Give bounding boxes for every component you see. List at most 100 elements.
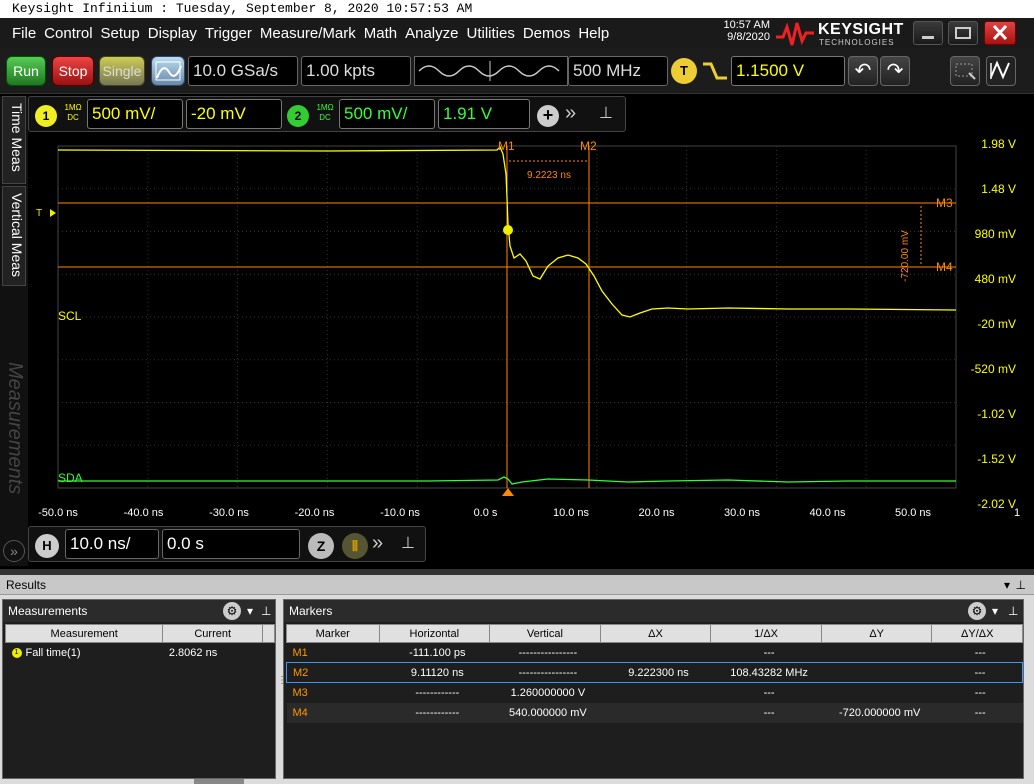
tab-measurements[interactable]: Measurements <box>2 356 26 526</box>
measurement-row[interactable]: 1 Fall time(1) 2.8062 ns <box>6 643 275 663</box>
col-marker-3[interactable]: ΔX <box>599 624 712 643</box>
marker-cell-horizontal: 9.11120 ns <box>379 662 490 683</box>
splitter-handle[interactable]: ⋮ <box>277 675 287 705</box>
x-tick-label: -20.0 ns <box>294 507 335 519</box>
col-marker-1[interactable]: Horizontal <box>378 624 491 643</box>
marker-cell-dydx: --- <box>931 662 1023 683</box>
stop-button[interactable]: Stop <box>52 56 94 86</box>
menu-setup[interactable]: Setup <box>101 25 140 42</box>
marker-m4-label: M4 <box>936 260 953 274</box>
autoscale-icon <box>155 61 182 81</box>
undo-button[interactable]: ↶ <box>848 56 878 86</box>
channel-2-offset[interactable]: 1.91 V <box>438 99 530 129</box>
tab-time-meas[interactable]: Time Meas <box>2 96 26 184</box>
channel-1-scale[interactable]: 500 mV/ <box>87 99 183 129</box>
channel-1-badge[interactable]: 1 <box>35 105 57 127</box>
marker-cell-dx <box>600 702 711 723</box>
col-marker-4[interactable]: 1/ΔX <box>710 624 822 643</box>
menu-control[interactable]: Control <box>44 25 92 42</box>
timebase-pin-icon[interactable]: ⊥ <box>401 533 415 553</box>
close-button[interactable] <box>984 21 1016 45</box>
falling-edge-icon[interactable] <box>701 60 729 82</box>
col-marker-5[interactable]: ΔY <box>820 624 933 643</box>
trigger-position-arrow <box>502 488 514 496</box>
tab-vertical-meas[interactable]: Vertical Meas <box>2 186 26 286</box>
channel-1-coupling[interactable]: 1MΩ DC <box>61 103 85 123</box>
results-pin-icon[interactable]: ⊥ <box>1016 575 1026 595</box>
y-tick-label: 1.98 V <box>981 137 1016 151</box>
scroll-button[interactable]: ⦀ <box>342 533 368 559</box>
menu-file[interactable]: File <box>12 25 36 42</box>
marker-cell-marker: M3 <box>292 686 308 699</box>
sample-rate-field[interactable]: 10.0 GSa/s <box>188 56 298 86</box>
channel-2-badge[interactable]: 2 <box>287 105 309 127</box>
acquisition-toolbar: Run Stop Single 10.0 GSa/s 1.00 kpts 500… <box>0 48 1034 94</box>
y-tick-label: 980 mV <box>974 227 1016 241</box>
col-measurement[interactable]: Measurement <box>4 624 164 643</box>
expand-channels-icon[interactable]: » <box>565 102 576 125</box>
minimize-button[interactable] <box>913 21 943 45</box>
trigger-level-field[interactable]: 1.1500 V <box>731 56 845 86</box>
clock-date: 9/8/2020 <box>727 31 770 43</box>
marker-row[interactable]: M1 -111.100 ps ---------------- --- --- <box>287 643 1023 663</box>
results-menu-icon[interactable]: ▾ <box>1004 575 1010 595</box>
timebase-scale[interactable]: 10.0 ns/ <box>65 529 159 559</box>
menu-utilities[interactable]: Utilities <box>466 25 514 42</box>
menu-display[interactable]: Display <box>148 25 197 42</box>
clock: 10:57 AM 9/8/2020 <box>700 19 770 43</box>
pin-icon[interactable]: ⊥ <box>599 103 613 123</box>
waveform-display[interactable]: SCL SDA M1 M2 M3 M4 9.2223 ns -720.00 mV T <box>28 136 1034 516</box>
bandwidth-filter-icon[interactable] <box>414 56 568 86</box>
taskbar-strip <box>194 779 244 784</box>
menu-demos[interactable]: Demos <box>523 25 571 42</box>
memory-depth-field[interactable]: 1.00 kpts <box>301 56 411 86</box>
channel-2-coupling[interactable]: 1MΩ DC <box>313 103 337 123</box>
markers-menu-icon[interactable]: ▾ <box>992 600 998 622</box>
menu-measure-mark[interactable]: Measure/Mark <box>260 25 356 42</box>
menu-help[interactable]: Help <box>578 25 609 42</box>
measurement-current: 2.8062 ns <box>168 646 218 659</box>
marker-row[interactable]: M3 ------------ 1.260000000 V --- --- <box>287 683 1023 703</box>
menu-math[interactable]: Math <box>364 25 397 42</box>
measurements-pin-icon[interactable]: ⊥ <box>261 600 271 622</box>
zoom-button[interactable]: Z <box>308 533 334 559</box>
col-marker-0[interactable]: Marker <box>286 624 380 643</box>
markers-table: Marker Horizontal Vertical ΔX 1/ΔX ΔY ΔY/ΔX M1… <box>286 624 1023 723</box>
redo-button[interactable]: ↷ <box>880 56 910 86</box>
marker-cell-dy <box>821 683 932 703</box>
marker-m1-label: M1 <box>498 139 515 153</box>
horizontal-badge[interactable]: H <box>35 534 59 558</box>
maximize-button[interactable] <box>948 21 978 45</box>
menu-trigger[interactable]: Trigger <box>205 25 252 42</box>
undo-icon: ↶ <box>854 60 872 82</box>
run-button[interactable]: Run <box>6 56 46 86</box>
expand-left-icon[interactable]: » <box>3 540 25 562</box>
timebase-position[interactable]: 0.0 s <box>162 529 300 559</box>
channel-1-offset[interactable]: -20 mV <box>186 99 282 129</box>
markers-gear-icon[interactable]: ⚙ <box>968 602 986 620</box>
marker-cell-dx <box>600 643 711 663</box>
menu-analyze[interactable]: Analyze <box>405 25 458 42</box>
channel-1-impedance: 1MΩ <box>64 103 82 112</box>
menu-bar: File Control Setup Display Trigger Measure/Ma… <box>0 18 1034 48</box>
markers-pin-icon[interactable]: ⊥ <box>1008 600 1018 622</box>
restore-icon <box>955 27 971 39</box>
bandwidth-field[interactable]: 500 MHz <box>568 56 668 86</box>
draw-tool-button[interactable] <box>986 56 1016 86</box>
channel-2-scale[interactable]: 500 mV/ <box>339 99 435 129</box>
autoscale-button[interactable] <box>151 56 185 86</box>
col-marker-6[interactable]: ΔY/ΔX <box>931 624 1023 643</box>
col-current[interactable]: Current <box>162 624 264 643</box>
col-marker-2[interactable]: Vertical <box>489 624 601 643</box>
trigger-badge[interactable]: T <box>671 58 697 84</box>
marker-row[interactable]: M2 9.11120 ns ---------------- 9.222300 ns 1… <box>286 662 1023 683</box>
redo-icon: ↷ <box>886 60 904 82</box>
select-tool-button[interactable] <box>950 56 980 86</box>
measurements-gear-icon[interactable]: ⚙ <box>223 602 241 620</box>
add-channel-button[interactable]: + <box>537 105 559 127</box>
expand-timebase-icon[interactable]: » <box>372 532 383 555</box>
side-tabs: Time Meas Vertical Meas Measurements <box>0 96 28 566</box>
measurements-menu-icon[interactable]: ▾ <box>247 600 253 622</box>
marker-row[interactable]: M4 ------------ 540.000000 mV --- -720.00000… <box>286 702 1023 723</box>
single-button[interactable]: Single <box>99 56 145 86</box>
